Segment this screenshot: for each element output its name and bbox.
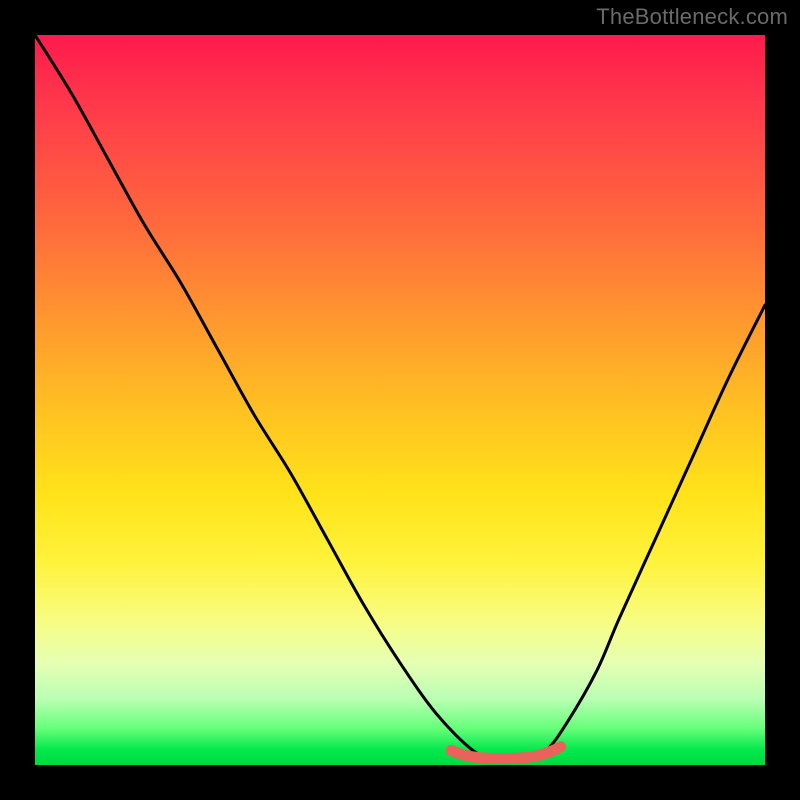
chart-frame: TheBottleneck.com [0, 0, 800, 800]
flat-zone-marker [451, 747, 560, 759]
curve-layer [35, 35, 765, 765]
bottleneck-curve [35, 35, 765, 759]
plot-area [35, 35, 765, 765]
watermark-text: TheBottleneck.com [596, 4, 788, 30]
